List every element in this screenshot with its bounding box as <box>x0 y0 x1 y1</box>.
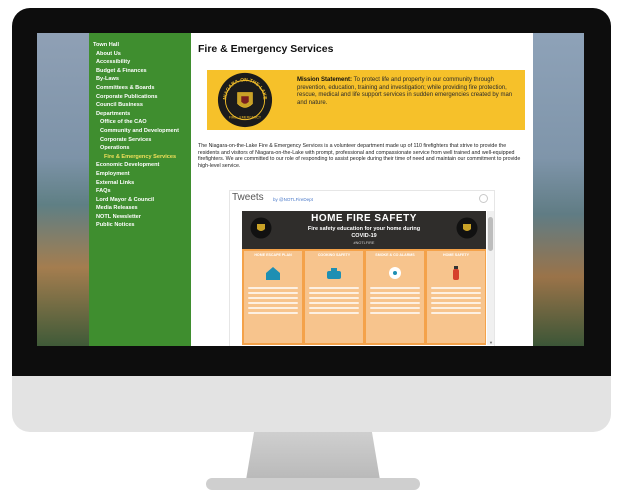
sidebar-item[interactable]: Budget & Finances <box>89 67 191 76</box>
sidebar-item[interactable]: Public Notices <box>89 221 191 230</box>
sidebar-item[interactable]: Corporate Services <box>89 136 191 145</box>
poster-subtitle-line2: COVID-19 <box>351 233 377 239</box>
poster-column-heading: HOME ESCAPE PLAN <box>254 253 292 257</box>
sidebar-item[interactable]: Economic Development <box>89 161 191 170</box>
tweets-scrollbar[interactable] <box>487 211 494 345</box>
sidebar-item[interactable]: Accessibility <box>89 58 191 67</box>
sidebar-item[interactable]: Office of the CAO <box>89 118 191 127</box>
poster-column-heading: HOME SAFETY <box>443 253 469 257</box>
monitor-screen: Town Hall About Us Accessibility Budget & F… <box>37 33 584 346</box>
sidebar-list: Town Hall About Us Accessibility Budget & F… <box>89 33 191 230</box>
fire-department-seal-icon: NIAGARA-ON-THE-LAKE FIRE · EMERGENCY <box>217 72 273 128</box>
poster-column-escape-plan: HOME ESCAPE PLAN <box>244 251 302 343</box>
home-fire-safety-poster[interactable]: HOME FIRE SAFETY Fire safety education f… <box>242 211 486 345</box>
poster-column-home-safety: HOME SAFETY <box>427 251 485 343</box>
fire-extinguisher-icon <box>453 266 459 280</box>
poster-column-text <box>248 287 298 317</box>
poster-column-alarms: SMOKE & CO ALARMS <box>366 251 424 343</box>
seal-bottom-text: FIRE · EMERGENCY <box>229 116 262 120</box>
smoke-alarm-icon <box>389 267 401 279</box>
poster-column-text <box>431 287 481 317</box>
twitter-bird-icon <box>479 194 488 203</box>
tweets-handle-link[interactable]: by @NOTLFireDept <box>273 197 313 202</box>
monitor-stand <box>246 432 380 480</box>
monitor-chin <box>12 376 611 432</box>
poster-column-text <box>370 287 420 317</box>
background-photo-left <box>37 33 89 346</box>
sidebar-item[interactable]: Council Business <box>89 101 191 110</box>
intro-paragraph: The Niagara-on-the-Lake Fire & Emergency… <box>198 143 521 169</box>
poster-title: HOME FIRE SAFETY <box>311 213 417 224</box>
sidebar-item[interactable]: By-Laws <box>89 75 191 84</box>
monitor-stand-base <box>206 478 420 490</box>
sidebar-item[interactable]: Committees & Boards <box>89 84 191 93</box>
sidebar-item[interactable]: Town Hall <box>89 41 191 50</box>
sidebar-item[interactable]: NOTL Newsletter <box>89 213 191 222</box>
sidebar-item[interactable]: About Us <box>89 50 191 59</box>
house-icon <box>266 267 280 280</box>
background-photo-right <box>533 33 584 346</box>
sidebar-item[interactable]: Corporate Publications <box>89 93 191 102</box>
scroll-down-arrow-icon[interactable]: ▼ <box>489 340 493 345</box>
poster-column-heading: COOKING SAFETY <box>317 253 351 257</box>
sidebar-item[interactable]: External Links <box>89 179 191 188</box>
tweets-scrollbar-thumb[interactable] <box>488 217 493 251</box>
mission-statement-box: NIAGARA-ON-THE-LAKE FIRE · EMERGENCY Mis… <box>207 70 525 130</box>
sidebar-item[interactable]: Employment <box>89 170 191 179</box>
sidebar-item[interactable]: Community and Development <box>89 127 191 136</box>
poster-column-heading: SMOKE & CO ALARMS <box>375 253 415 257</box>
mission-label: Mission Statement: <box>297 77 353 83</box>
poster-column-text <box>309 287 359 317</box>
sidebar-nav: Town Hall About Us Accessibility Budget & F… <box>89 33 191 346</box>
sidebar-item[interactable]: Media Releases <box>89 204 191 213</box>
tweets-title: Tweets <box>232 192 264 203</box>
poster-hashtag: #NOTLFIRE <box>353 241 375 245</box>
poster-column-cooking: COOKING SAFETY <box>305 251 363 343</box>
sidebar-item[interactable]: Lord Mayor & Council <box>89 196 191 205</box>
main-content: Fire & Emergency Services NIAGARA-ON-THE… <box>191 33 533 346</box>
cooking-pot-icon <box>327 268 341 279</box>
sidebar-item[interactable]: FAQs <box>89 187 191 196</box>
sidebar-item[interactable]: Fire & Emergency Services <box>89 153 191 162</box>
poster-header: HOME FIRE SAFETY Fire safety education f… <box>242 211 486 249</box>
twitter-feed-widget[interactable]: Tweets by @NOTLFireDept HOME FIRE SAFETY… <box>229 190 495 346</box>
page-title: Fire & Emergency Services <box>198 43 334 55</box>
poster-subtitle-line1: Fire safety education for your home duri… <box>307 226 421 232</box>
sidebar-item[interactable]: Operations <box>89 144 191 153</box>
sidebar-item[interactable]: Departments <box>89 110 191 119</box>
mission-statement: Mission Statement: To protect life and p… <box>297 77 521 107</box>
